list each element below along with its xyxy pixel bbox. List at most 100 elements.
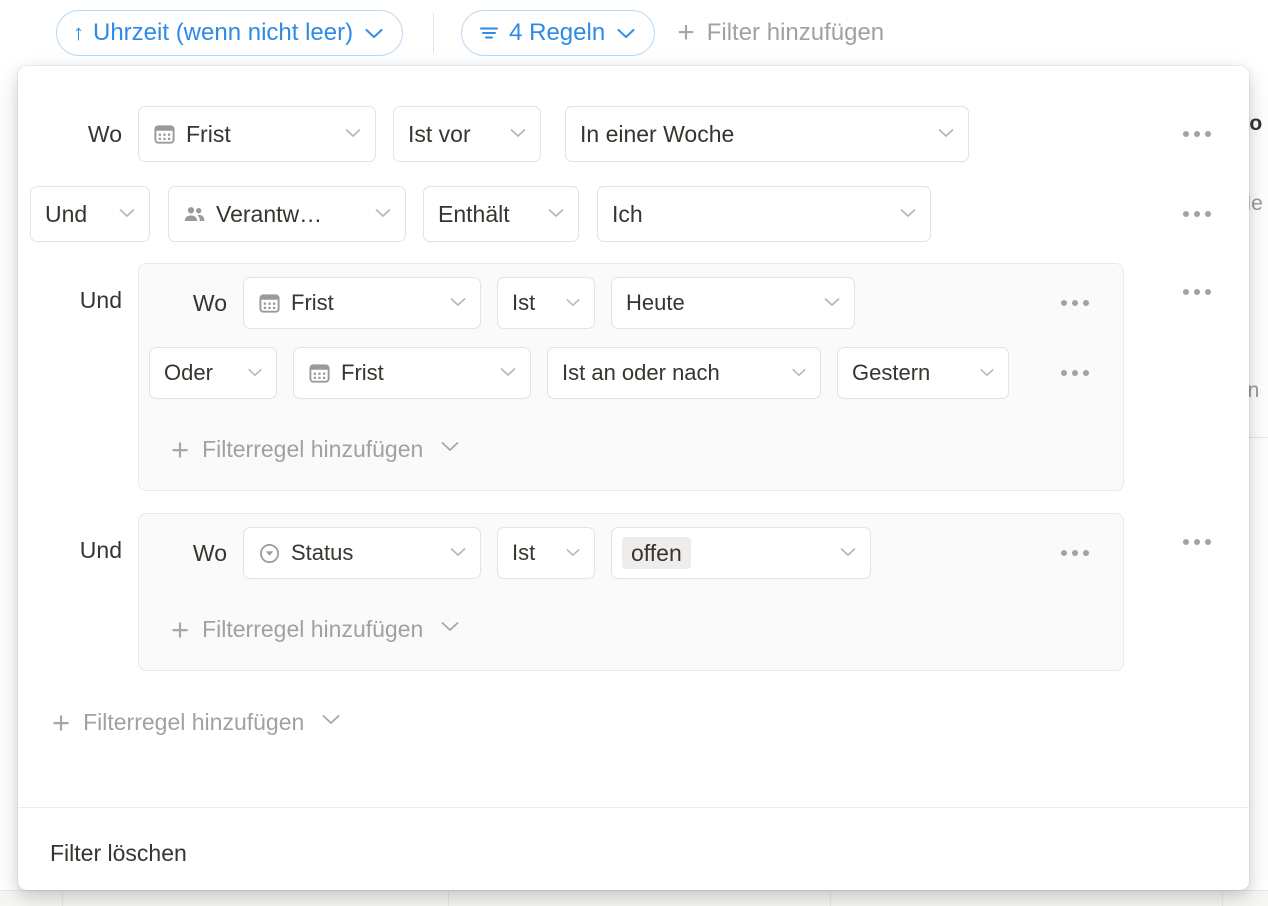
chevron-down-icon — [979, 365, 995, 382]
chevron-down-icon — [321, 713, 341, 731]
background-table-row — [0, 890, 1268, 906]
chevron-down-icon — [364, 27, 384, 40]
rule-property-select[interactable]: Verantw… — [168, 186, 406, 242]
add-filter-rule-label: Filterregel hinzufügen — [202, 615, 424, 642]
rule-value-label: Ich — [612, 200, 643, 227]
toolbar-separator — [433, 13, 435, 53]
chevron-down-icon — [937, 126, 955, 143]
rule-more-options-icon[interactable] — [1061, 300, 1089, 306]
filter-group-row: Und Wo Status Ist offen + Filterregel hi… — [18, 513, 1249, 671]
rule-operator-label: Ist vor — [408, 120, 471, 147]
group-connector-label: Und — [79, 287, 122, 313]
chevron-down-icon — [449, 295, 467, 312]
group-connector-label: Und — [79, 537, 122, 563]
select-circle-icon — [258, 542, 281, 565]
rule-operator-label: Enthält — [438, 200, 510, 227]
sort-pill[interactable]: ↑ Uhrzeit (wenn nicht leer) — [56, 10, 404, 56]
rule-operator-label: Ist — [512, 540, 536, 565]
filter-rule-row: Oder Frist Ist an oder nach Gestern — [139, 346, 1123, 400]
rule-more-options-icon[interactable] — [1061, 370, 1089, 376]
rule-property-label: Frist — [291, 290, 334, 315]
add-filter-rule-button[interactable]: + Filterregel hinzufügen — [52, 707, 341, 738]
filter-rule-row: Wo — [18, 106, 1249, 162]
filter-rules-popover: Wo Frist Ist vor In einer Woche Und Vera… — [18, 66, 1249, 890]
rule-operator-select[interactable]: Ist an oder nach — [547, 347, 821, 399]
rule-property-label: Frist — [341, 360, 384, 385]
rule-operator-select[interactable]: Ist vor — [393, 106, 541, 162]
rule-more-options-icon[interactable] — [1183, 131, 1211, 137]
add-filter-rule-button[interactable]: + Filterregel hinzufügen — [171, 434, 460, 465]
add-filter-rule-label: Filterregel hinzufügen — [202, 435, 424, 462]
filter-rule-row: Und Verantw… Enthält Ich — [18, 186, 1249, 242]
plus-icon: + — [52, 704, 71, 740]
chevron-down-icon — [509, 126, 527, 143]
calendar-icon — [308, 362, 331, 385]
chevron-down-icon — [247, 365, 263, 382]
filter-group-row: Und Wo Frist Ist Heute Oder Frist Ist an… — [18, 263, 1249, 491]
filter-group: Wo Status Ist offen + Filterregel hinzuf… — [138, 513, 1124, 671]
group-more-options-icon[interactable] — [1183, 289, 1211, 295]
background-column-divider — [1222, 890, 1223, 906]
rule-connector-label: Wo — [192, 539, 227, 566]
root-add-rule-row: + Filterregel hinzufügen — [18, 695, 1249, 749]
rule-property-label: Status — [291, 540, 354, 565]
filter-lines-icon — [478, 24, 500, 42]
rule-operator-select[interactable]: Ist — [497, 527, 595, 579]
filter-rule-row: Wo — [139, 276, 1123, 330]
filter-rule-row: Wo Status Ist offen — [139, 526, 1123, 580]
rule-property-select[interactable]: Frist — [138, 106, 376, 162]
chevron-down-icon — [791, 365, 807, 382]
group-add-rule-row: + Filterregel hinzufügen — [139, 422, 1123, 476]
rule-value-select[interactable]: Ich — [597, 186, 931, 242]
chevron-down-icon — [565, 545, 581, 562]
rule-more-options-icon[interactable] — [1061, 550, 1089, 556]
rule-value-select[interactable]: Gestern — [837, 347, 1009, 399]
people-icon — [183, 203, 206, 226]
rule-connector-label: Wo — [192, 289, 227, 316]
add-filter-rule-label: Filterregel hinzufügen — [83, 708, 305, 735]
rule-property-label: Verantw… — [216, 200, 323, 227]
rules-pill[interactable]: 4 Regeln — [461, 10, 656, 56]
chevron-down-icon — [547, 206, 565, 223]
chevron-down-icon — [499, 365, 517, 382]
rule-property-select[interactable]: Status — [243, 527, 481, 579]
rule-value-select[interactable]: Heute — [611, 277, 855, 329]
rule-value-select[interactable]: offen — [611, 527, 871, 579]
background-column-divider — [448, 890, 449, 906]
background-row-divider — [0, 890, 1268, 891]
panel-divider — [18, 807, 1249, 808]
rule-property-select[interactable]: Frist — [293, 347, 531, 399]
rule-value-select[interactable]: In einer Woche — [565, 106, 969, 162]
chevron-down-icon — [344, 126, 362, 143]
group-more-options-icon[interactable] — [1183, 539, 1211, 545]
rule-operator-select[interactable]: Enthält — [423, 186, 579, 242]
rule-more-options-icon[interactable] — [1183, 211, 1211, 217]
rule-property-select[interactable]: Frist — [243, 277, 481, 329]
background-column-divider — [62, 890, 63, 906]
add-filter-rule-button[interactable]: + Filterregel hinzufügen — [171, 614, 460, 645]
rule-operator-label: Ist an oder nach — [562, 360, 720, 385]
chevron-down-icon — [823, 295, 841, 312]
plus-icon: + — [171, 611, 190, 647]
rule-connector-select[interactable]: Und — [30, 186, 150, 242]
add-filter-label: Filter hinzufügen — [706, 19, 885, 46]
add-filter-button[interactable]: + Filter hinzufügen — [677, 18, 884, 48]
chevron-down-icon — [616, 27, 636, 40]
rule-connector-label: Wo — [87, 120, 122, 147]
rule-value-label: Heute — [626, 290, 685, 315]
chevron-down-icon — [899, 206, 917, 223]
rule-connector-label: Und — [45, 200, 88, 227]
rule-operator-label: Ist — [512, 290, 536, 315]
clear-filter-button[interactable]: Filter löschen — [50, 840, 187, 867]
chevron-down-icon — [565, 295, 581, 312]
chevron-down-icon — [839, 545, 857, 562]
filter-group: Wo Frist Ist Heute Oder Frist Ist an ode… — [138, 263, 1124, 491]
filter-rules-list: Wo Frist Ist vor In einer Woche Und Vera… — [18, 66, 1249, 749]
calendar-icon — [153, 123, 176, 146]
group-add-rule-row: + Filterregel hinzufügen — [139, 602, 1123, 656]
rule-operator-select[interactable]: Ist — [497, 277, 595, 329]
plus-icon: + — [171, 431, 190, 467]
sort-ascending-icon: ↑ — [73, 20, 84, 45]
rule-connector-select[interactable]: Oder — [149, 347, 277, 399]
rule-property-label: Frist — [186, 120, 231, 147]
